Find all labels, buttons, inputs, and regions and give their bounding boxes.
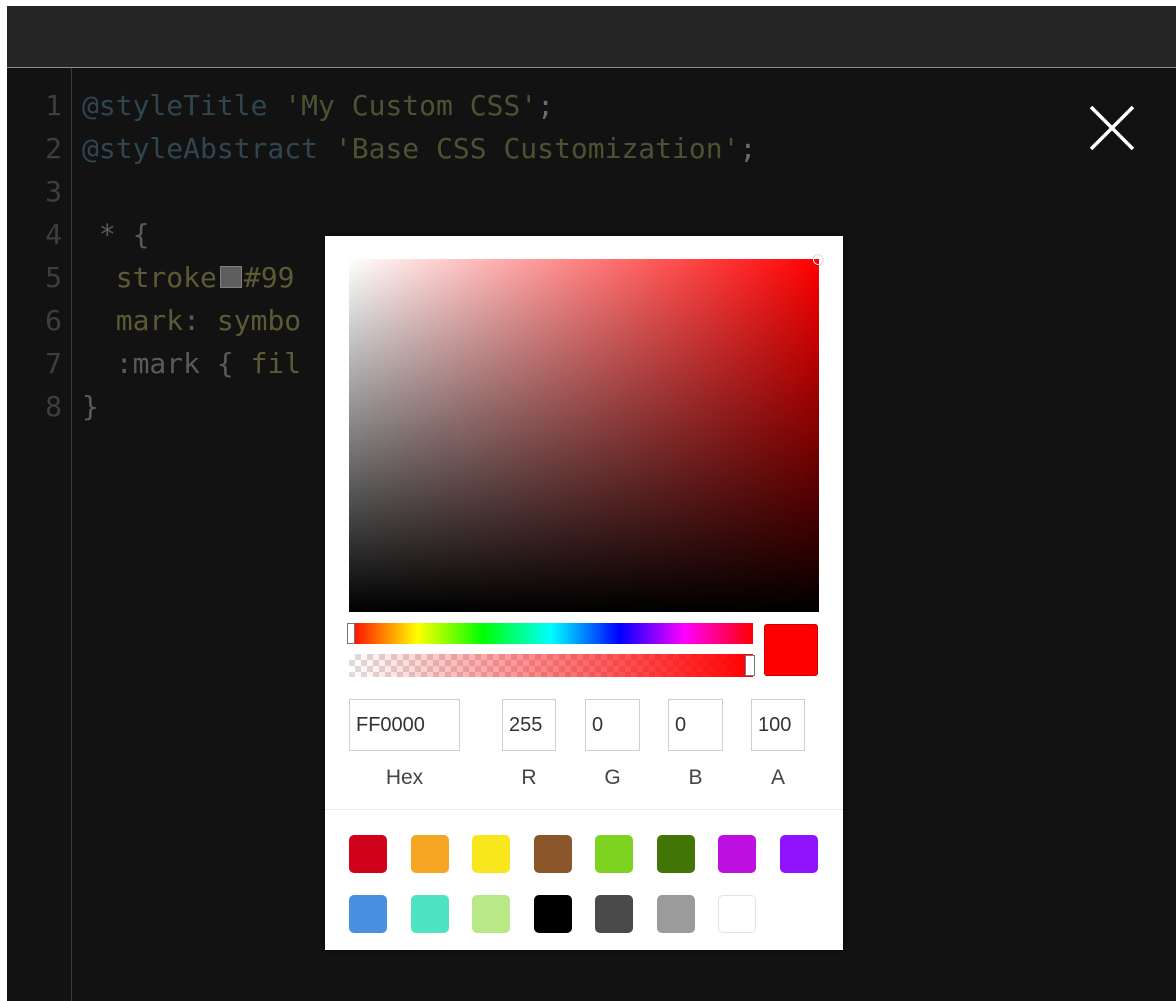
code-text: * { [82, 213, 150, 256]
preset-swatch[interactable] [718, 835, 756, 873]
color-preview [764, 624, 818, 676]
preset-swatch[interactable] [533, 895, 572, 933]
r-input[interactable] [502, 699, 556, 751]
code-token: symbo [216, 304, 302, 337]
preset-swatch[interactable] [410, 835, 449, 873]
code-token: :mark { [82, 347, 251, 380]
line-number: 2 [45, 132, 62, 165]
editor-toolbar [7, 6, 1176, 68]
code-token: stroke [82, 261, 217, 294]
b-label: B [688, 766, 703, 789]
preset-swatch[interactable] [410, 895, 449, 933]
line-number: 1 [45, 89, 62, 122]
code-token: mark [82, 304, 184, 337]
hue-slider-handle[interactable] [347, 623, 355, 644]
gutter-divider [71, 68, 72, 1001]
code-token: 'Base CSS Customization' [334, 132, 740, 165]
preset-swatch[interactable] [472, 895, 510, 933]
preset-swatch[interactable] [349, 895, 387, 933]
code-token: #99 [243, 261, 295, 294]
preset-swatch[interactable] [656, 835, 695, 873]
picker-divider [325, 809, 843, 810]
color-picker-popup: Hex R G B A [325, 236, 843, 950]
preset-swatch[interactable] [779, 835, 818, 873]
code-token: ; [537, 89, 555, 122]
inline-color-swatch[interactable] [219, 266, 242, 288]
code-text: } [82, 385, 99, 428]
line-number: 3 [45, 175, 62, 208]
code-text: @styleAbstract 'Base CSS Customization'; [82, 127, 756, 170]
code-token: @styleTitle [82, 89, 285, 122]
code-token: ; [739, 132, 757, 165]
line-number: 5 [45, 261, 62, 294]
code-token: : [183, 304, 217, 337]
line-number: 8 [45, 390, 62, 423]
close-icon[interactable] [1087, 103, 1137, 153]
b-input[interactable] [668, 699, 723, 751]
r-label: R [521, 766, 537, 789]
preset-swatch[interactable] [656, 895, 695, 933]
preset-swatch[interactable] [595, 895, 633, 933]
preset-swatch[interactable] [349, 835, 387, 873]
preset-swatch[interactable] [533, 835, 572, 873]
preset-swatch[interactable] [595, 835, 633, 873]
preset-swatch[interactable] [472, 835, 510, 873]
hex-input[interactable] [349, 699, 460, 751]
saturation-handle[interactable] [813, 255, 823, 265]
code-token: @styleAbstract [82, 132, 335, 165]
code-token: * { [82, 218, 150, 251]
code-token: 'My Custom CSS' [284, 89, 538, 122]
a-input[interactable] [751, 699, 805, 751]
code-text: mark: symbo [82, 299, 301, 342]
alpha-slider-handle[interactable] [745, 655, 755, 676]
line-number: 4 [45, 218, 62, 251]
g-label: G [604, 766, 621, 789]
hue-slider[interactable] [347, 623, 753, 644]
code-token: fil [250, 347, 302, 380]
saturation-area[interactable] [349, 255, 823, 612]
g-input[interactable] [585, 699, 640, 751]
alpha-slider[interactable] [349, 654, 755, 677]
preset-swatch[interactable] [718, 895, 756, 933]
code-text: @styleTitle 'My Custom CSS'; [82, 84, 554, 127]
code-text: :mark { fil [82, 342, 301, 385]
a-label: A [770, 766, 785, 789]
hex-label: Hex [385, 766, 424, 789]
line-number: 7 [45, 347, 62, 380]
line-number: 6 [45, 304, 62, 337]
code-token: } [82, 390, 99, 423]
code-text: stroke #99 [82, 256, 295, 299]
